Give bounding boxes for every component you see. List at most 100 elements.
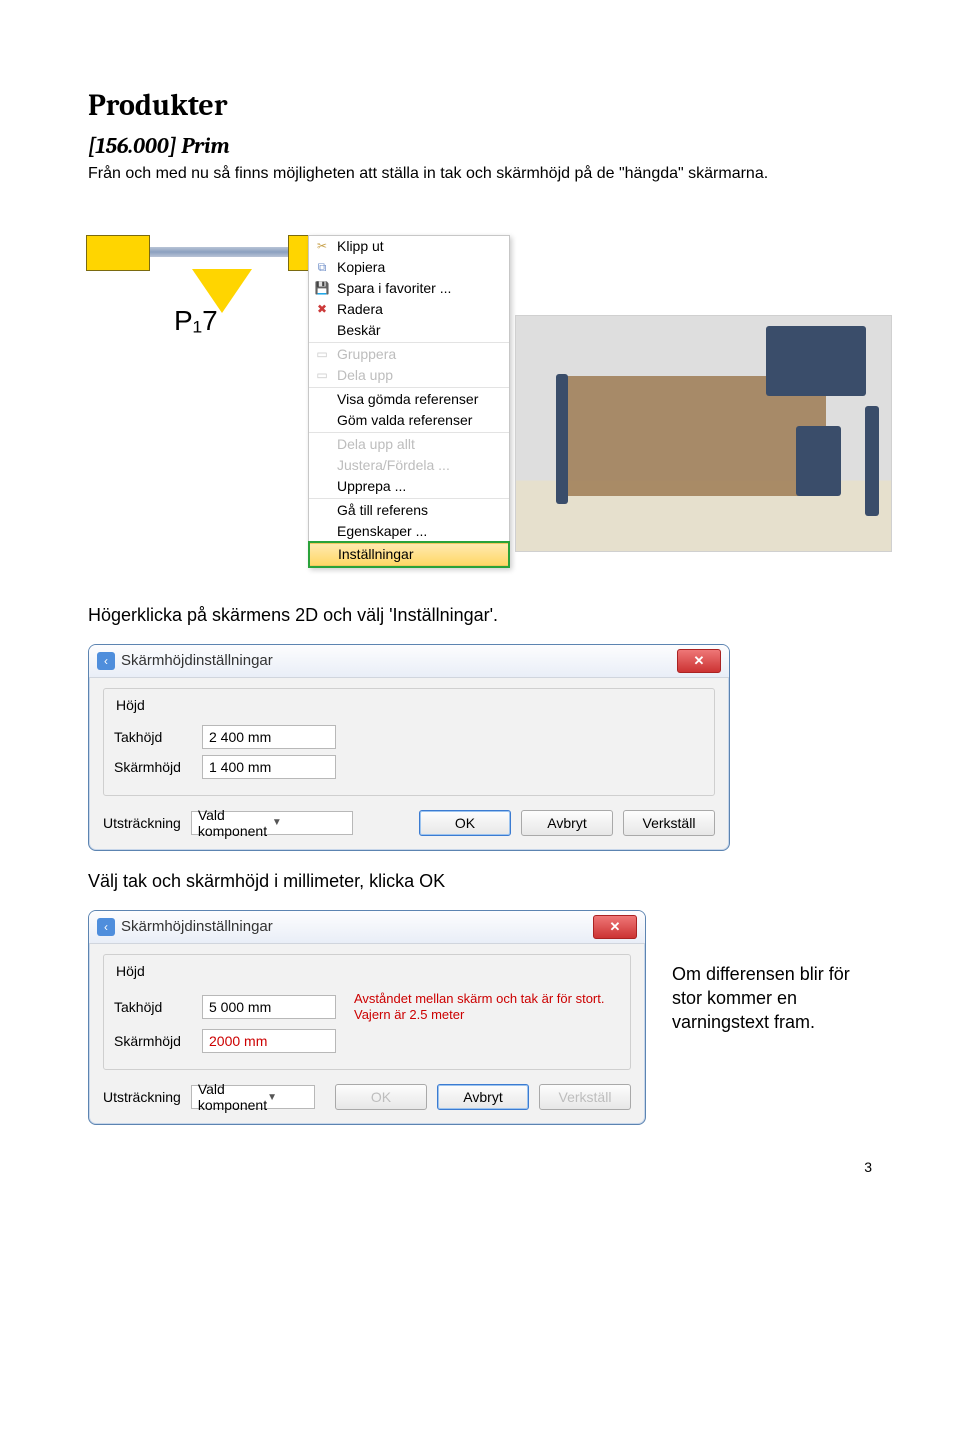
menu-item-ga-till-referens[interactable]: Gå till referens [309,500,509,521]
menu-separator [309,342,509,343]
fieldset-legend: Höjd [112,697,149,713]
dialog-skarmhojd-2: ‹ Skärmhöjdinställningar ✕ Höjd Takhöjd … [88,910,646,1126]
menu-item-klipp-ut[interactable]: ✂ Klipp ut [309,236,509,257]
row-skarmhojd: Skärmhöjd [114,755,704,779]
menu-label: Visa gömda referenser [337,391,503,407]
render-screen-panel [865,406,879,516]
fieldset-legend: Höjd [112,963,149,979]
menu-item-beskar[interactable]: Beskär [309,320,509,341]
close-button[interactable]: ✕ [593,915,637,939]
cut-icon: ✂ [313,238,331,254]
menu-item-dela-upp: ▭ Dela upp [309,365,509,386]
dialog-bottom-row: Utsträckning Vald komponent ▼ OK Avbryt … [103,1084,631,1110]
heading-prim: [156.000] Prim [88,133,872,159]
menu-label: Radera [337,301,503,317]
fieldset-hojd: Höjd Takhöjd Skärmhöjd [103,688,715,796]
close-icon: ✕ [610,919,621,935]
select-utstrackning[interactable]: Vald komponent ▼ [191,811,353,835]
select-utstrackning[interactable]: Vald komponent ▼ [191,1085,315,1109]
menu-item-justera-fordela: Justera/Fördela ... [309,455,509,476]
menu-separator [309,432,509,433]
dialog-body: Höjd Takhöjd Skärmhöjd Utsträckning Vald… [89,678,729,850]
dialog-titlebar: ‹ Skärmhöjdinställningar ✕ [89,645,729,678]
apply-button: Verkställ [539,1084,631,1110]
chevron-down-icon: ▼ [272,817,346,828]
close-button[interactable]: ✕ [677,649,721,673]
cancel-button[interactable]: Avbryt [437,1084,529,1110]
menu-item-installningar[interactable]: Inställningar [310,543,508,566]
settings-icon [314,546,332,562]
dialog-body: Höjd Takhöjd Avståndet mellan skärm och … [89,944,645,1125]
menu-separator [309,387,509,388]
menu-label: Egenskaper ... [337,523,503,539]
warning-text: Avståndet mellan skärm och tak är för st… [354,991,604,1024]
select-value: Vald komponent [198,1081,267,1113]
menu-label: Gruppera [337,346,503,362]
row-takhojd: Takhöjd Avståndet mellan skärm och tak ä… [114,991,620,1024]
dialog-titlebar: ‹ Skärmhöjdinställningar ✕ [89,911,645,944]
chevron-down-icon: ▼ [267,1092,308,1103]
menu-label: Inställningar [338,546,502,562]
group-icon: ▭ [313,346,331,362]
dialog-bottom-row: Utsträckning Vald komponent ▼ OK Avbryt … [103,810,715,836]
input-skarmhojd[interactable] [202,1029,336,1053]
context-menu: ✂ Klipp ut ⧉ Kopiera 💾 Spara i favoriter… [308,235,510,568]
menu-label: Gå till referens [337,502,503,518]
menu-label: Kopiera [337,259,503,275]
menu-label: Klipp ut [337,238,503,254]
warning-line1: Avståndet mellan skärm och tak är för st… [354,991,604,1006]
menu-label: Beskär [337,322,503,338]
label-utstrackning: Utsträckning [103,1089,181,1105]
menu-label: Dela upp [337,367,503,383]
apply-button[interactable]: Verkställ [623,810,715,836]
caption-choose-heights: Välj tak och skärmhöjd i millimeter, kli… [88,871,872,892]
menu-item-visa-gomda[interactable]: Visa gömda referenser [309,389,509,410]
back-icon[interactable]: ‹ [97,918,115,936]
menu-item-gom-valda[interactable]: Göm valda referenser [309,410,509,431]
page-number: 3 [88,1159,872,1175]
plan-element-left [86,235,150,271]
caption-rightclick: Högerklicka på skärmens 2D och välj 'Ins… [88,605,872,626]
render-screen-panel [796,426,841,496]
input-takhojd[interactable] [202,725,336,749]
label-takhojd: Takhöjd [114,999,194,1015]
intro-text: Från och med nu så finns möjligheten att… [88,163,872,185]
menu-item-upprepa[interactable]: Upprepa ... [309,476,509,497]
back-icon[interactable]: ‹ [97,652,115,670]
menu-label: Dela upp allt [337,436,503,452]
select-value: Vald komponent [198,807,272,839]
warning-line2: Vajern är 2.5 meter [354,1007,464,1022]
menu-item-egenskaper[interactable]: Egenskaper ... [309,521,509,542]
menu-item-kopiera[interactable]: ⧉ Kopiera [309,257,509,278]
row-takhojd: Takhöjd [114,725,704,749]
render-screen-panel [556,374,568,504]
dialog-skarmhojd-1: ‹ Skärmhöjdinställningar ✕ Höjd Takhöjd … [88,644,730,851]
ok-button: OK [335,1084,427,1110]
dialog-title-text: Skärmhöjdinställningar [121,918,273,935]
menu-separator [309,498,509,499]
menu-label: Upprepa ... [337,478,503,494]
label-takhojd: Takhöjd [114,729,194,745]
copy-icon: ⧉ [313,259,331,275]
input-takhojd[interactable] [202,995,336,1019]
label-skarmhojd: Skärmhöjd [114,759,194,775]
menu-label: Justera/Fördela ... [337,457,503,473]
render-3d-preview [515,315,892,552]
highlight-box: Inställningar [308,541,510,568]
input-skarmhojd[interactable] [202,755,336,779]
cancel-button[interactable]: Avbryt [521,810,613,836]
plan-label: P₁7 [174,305,218,337]
menu-item-radera[interactable]: ✖ Radera [309,299,509,320]
label-utstrackning: Utsträckning [103,815,181,831]
crop-icon [313,322,331,338]
menu-item-dela-upp-allt: Dela upp allt [309,434,509,455]
side-note: Om differensen blir för stor kommer en v… [672,962,872,1035]
menu-item-spara-favoriter[interactable]: 💾 Spara i favoriter ... [309,278,509,299]
menu-item-gruppera: ▭ Gruppera [309,344,509,365]
row-skarmhojd: Skärmhöjd [114,1029,620,1053]
ok-button[interactable]: OK [419,810,511,836]
ungroup-icon: ▭ [313,367,331,383]
menu-label: Spara i favoriter ... [337,280,503,296]
save-icon: 💾 [313,280,331,296]
label-skarmhojd: Skärmhöjd [114,1033,194,1049]
